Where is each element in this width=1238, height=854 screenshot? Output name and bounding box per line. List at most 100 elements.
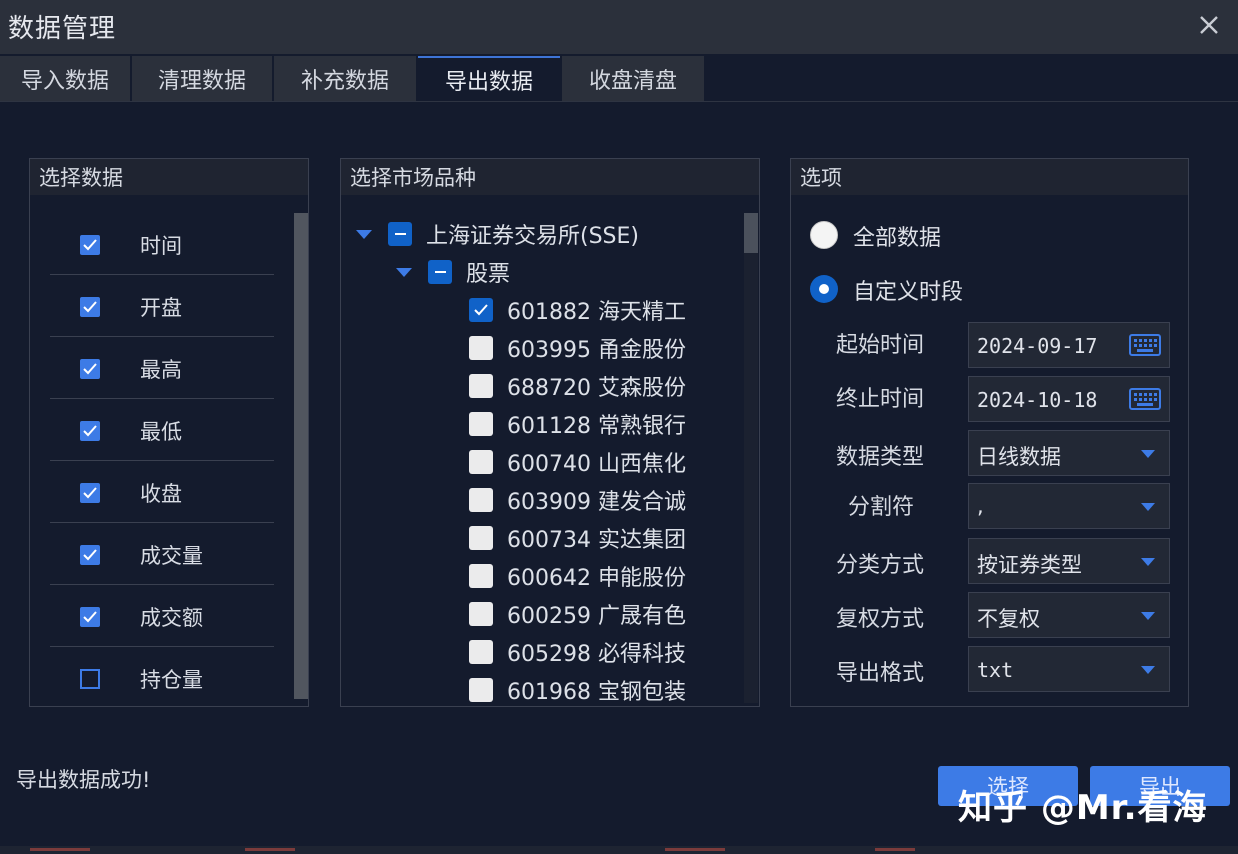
format-select[interactable]: txt bbox=[968, 646, 1170, 692]
checkbox-unchecked[interactable] bbox=[80, 669, 100, 689]
panel-title: 选项 bbox=[791, 159, 1188, 195]
field-item[interactable]: 收盘 bbox=[50, 461, 274, 523]
tree-label: 601128 常熟银行 bbox=[507, 414, 686, 439]
tree-node-stock[interactable]: 601968 宝钢包装 bbox=[469, 672, 686, 708]
tab-close-market[interactable]: 收盘清盘 bbox=[562, 56, 704, 102]
field-item[interactable]: 持仓量 bbox=[50, 647, 274, 709]
tree-node-stock[interactable]: 605298 必得科技 bbox=[469, 634, 686, 670]
checkbox-checked[interactable] bbox=[80, 297, 100, 317]
data-type-label: 数据类型 bbox=[836, 445, 925, 470]
checkbox-unchecked[interactable] bbox=[469, 336, 493, 360]
partial-checkbox[interactable] bbox=[428, 260, 452, 284]
field-item[interactable]: 时间 bbox=[50, 213, 274, 275]
scrollbar[interactable] bbox=[294, 213, 308, 699]
field-item[interactable]: 开盘 bbox=[50, 275, 274, 337]
start-time-label: 起始时间 bbox=[836, 333, 925, 358]
tree-node-stock[interactable]: 600734 实达集团 bbox=[469, 520, 686, 556]
separator-label: 分割符 bbox=[848, 495, 915, 520]
tree-label: 601882 海天精工 bbox=[507, 300, 686, 325]
tree-label: 603909 建发合诚 bbox=[507, 490, 686, 515]
checkbox-unchecked[interactable] bbox=[469, 602, 493, 626]
start-time-value: 2024-09-17 bbox=[977, 334, 1098, 358]
scrollbar[interactable] bbox=[744, 213, 758, 703]
expand-arrow-icon[interactable] bbox=[356, 229, 372, 239]
watermark: 知乎 @Mr.看海 bbox=[958, 788, 1208, 828]
tree-node-stock[interactable]: 600259 广晟有色 bbox=[469, 596, 686, 632]
scrollbar-thumb[interactable] bbox=[744, 213, 758, 253]
checkbox-checked[interactable] bbox=[80, 421, 100, 441]
keyboard-icon[interactable] bbox=[1129, 387, 1161, 411]
field-item[interactable]: 成交额 bbox=[50, 585, 274, 647]
checkbox-unchecked[interactable] bbox=[469, 640, 493, 664]
start-time-field[interactable]: 2024-09-17 bbox=[968, 322, 1170, 368]
checkbox-unchecked[interactable] bbox=[469, 450, 493, 474]
tab-supplement[interactable]: 补充数据 bbox=[274, 56, 416, 102]
field-label: 时间 bbox=[140, 234, 182, 258]
checkbox-unchecked[interactable] bbox=[469, 374, 493, 398]
checkbox-unchecked[interactable] bbox=[469, 412, 493, 436]
checkbox-unchecked[interactable] bbox=[469, 488, 493, 512]
field-item[interactable]: 最高 bbox=[50, 337, 274, 399]
dropdown-arrow-icon bbox=[1141, 450, 1155, 458]
expand-arrow-icon[interactable] bbox=[396, 267, 412, 277]
adjust-select[interactable]: 不复权 bbox=[968, 592, 1170, 638]
checkbox-checked[interactable] bbox=[469, 298, 493, 322]
tree-label: 601968 宝钢包装 bbox=[507, 680, 686, 705]
end-time-label: 终止时间 bbox=[836, 387, 925, 412]
tree-label: 605298 必得科技 bbox=[507, 642, 686, 667]
scrollbar-thumb[interactable] bbox=[294, 213, 308, 699]
checkbox-unchecked[interactable] bbox=[469, 564, 493, 588]
market-panel: 选择市场品种 上海证券交易所(SSE) 股票 601882 海天精工 60399… bbox=[340, 158, 760, 707]
dropdown-arrow-icon bbox=[1141, 558, 1155, 566]
tree-label: 600259 广晟有色 bbox=[507, 604, 686, 629]
data-type-select[interactable]: 日线数据 bbox=[968, 430, 1170, 476]
classify-select[interactable]: 按证券类型 bbox=[968, 538, 1170, 584]
checkbox-checked[interactable] bbox=[80, 607, 100, 627]
panel-title: 选择数据 bbox=[30, 159, 308, 195]
tree-label: 上海证券交易所(SSE) bbox=[426, 224, 639, 249]
tree-label: 688720 艾森股份 bbox=[507, 376, 686, 401]
status-message: 导出数据成功! bbox=[16, 768, 151, 792]
checkbox-checked[interactable] bbox=[80, 359, 100, 379]
tree-node-stock[interactable]: 688720 艾森股份 bbox=[469, 368, 686, 404]
classify-label: 分类方式 bbox=[836, 553, 925, 578]
checkbox-checked[interactable] bbox=[80, 235, 100, 255]
field-label: 成交量 bbox=[140, 544, 203, 568]
tab-clean[interactable]: 清理数据 bbox=[132, 56, 272, 102]
field-label: 收盘 bbox=[140, 482, 182, 506]
checkbox-checked[interactable] bbox=[80, 483, 100, 503]
classify-value: 按证券类型 bbox=[977, 553, 1082, 577]
separator-value: , bbox=[977, 494, 984, 518]
tab-bar: 导入数据 清理数据 补充数据 导出数据 收盘清盘 bbox=[0, 56, 1238, 102]
tree-node-stock[interactable]: 601128 常熟银行 bbox=[469, 406, 686, 442]
field-item[interactable]: 成交量 bbox=[50, 523, 274, 585]
tab-export[interactable]: 导出数据 bbox=[418, 56, 560, 102]
keyboard-icon[interactable] bbox=[1129, 333, 1161, 357]
tree-node-stock[interactable]: 600740 山西焦化 bbox=[469, 444, 686, 480]
partial-checkbox[interactable] bbox=[388, 222, 412, 246]
tab-import[interactable]: 导入数据 bbox=[0, 56, 130, 102]
window-title: 数据管理 bbox=[8, 14, 117, 44]
panel-title: 选择市场品种 bbox=[341, 159, 759, 195]
tree-node-exchange[interactable]: 上海证券交易所(SSE) bbox=[356, 216, 639, 252]
tree-node-stock[interactable]: 603995 甬金股份 bbox=[469, 330, 686, 366]
close-icon[interactable] bbox=[1196, 12, 1222, 38]
radio-custom-period[interactable] bbox=[810, 275, 838, 303]
tree-node-category[interactable]: 股票 bbox=[396, 254, 510, 290]
separator-select[interactable]: , bbox=[968, 483, 1170, 529]
tree-label: 600642 申能股份 bbox=[507, 566, 686, 591]
tree-node-stock[interactable]: 600642 申能股份 bbox=[469, 558, 686, 594]
tree-node-stock[interactable]: 603909 建发合诚 bbox=[469, 482, 686, 518]
field-item[interactable]: 最低 bbox=[50, 399, 274, 461]
title-bar: 数据管理 bbox=[0, 0, 1238, 54]
format-label: 导出格式 bbox=[836, 661, 925, 686]
checkbox-checked[interactable] bbox=[80, 545, 100, 565]
checkbox-unchecked[interactable] bbox=[469, 526, 493, 550]
checkbox-unchecked[interactable] bbox=[469, 678, 493, 702]
field-label: 成交额 bbox=[140, 606, 203, 630]
tree-node-stock[interactable]: 601882 海天精工 bbox=[469, 292, 686, 328]
radio-all-data[interactable] bbox=[810, 221, 838, 249]
end-time-field[interactable]: 2024-10-18 bbox=[968, 376, 1170, 422]
radio-custom-label: 自定义时段 bbox=[853, 280, 964, 305]
tree-label: 股票 bbox=[466, 262, 511, 287]
